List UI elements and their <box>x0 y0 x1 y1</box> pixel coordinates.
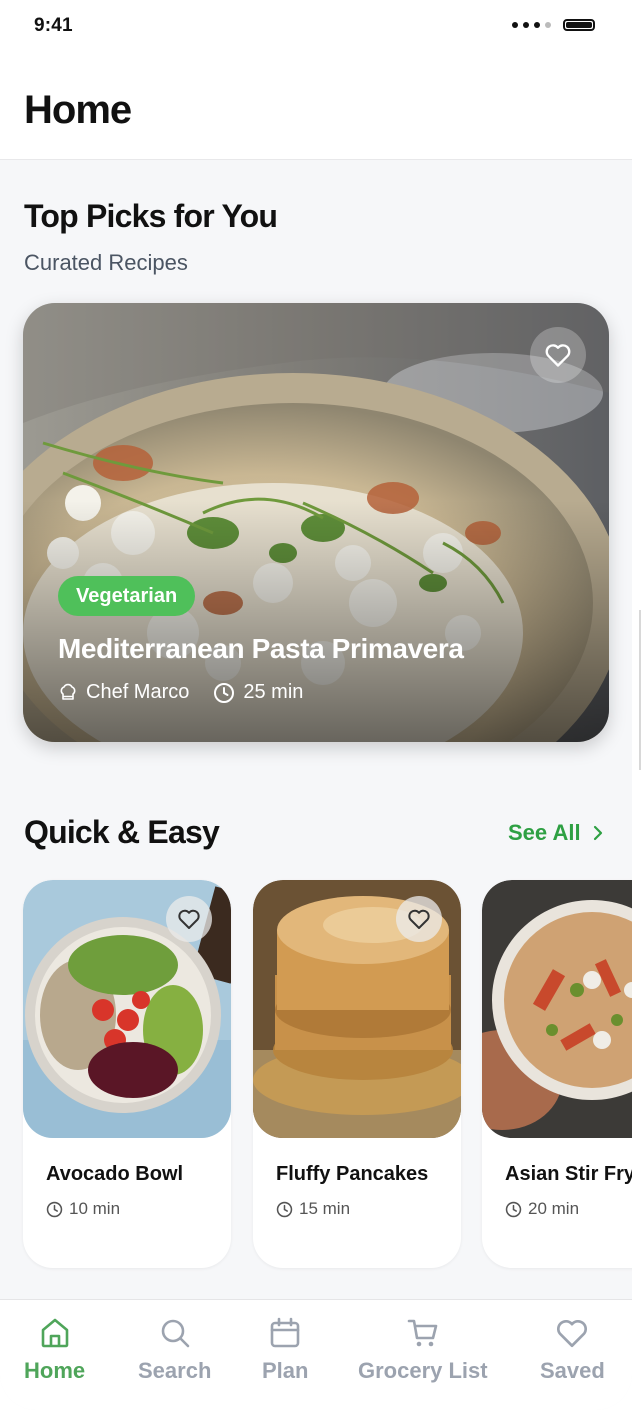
quick-easy-title: Quick & Easy <box>24 814 220 850</box>
tab-home-label: Home <box>24 1358 86 1383</box>
recipe-time-label: 15 min <box>299 1199 351 1218</box>
featured-favorite-button[interactable] <box>530 327 586 383</box>
recipe-card[interactable]: Avocado Bowl 10 min <box>23 880 231 1268</box>
recipe-card[interactable]: Fluffy Pancakes 15 min <box>253 880 461 1268</box>
page-header: Home <box>0 56 632 160</box>
cart-icon <box>407 1319 438 1347</box>
recipe-time-label: 10 min <box>69 1199 121 1218</box>
see-all-label: See All <box>508 820 581 845</box>
recipe-time: 10 min <box>46 1199 120 1219</box>
edge-scroll-indicator <box>639 610 641 770</box>
tab-grocery-list[interactable]: Grocery List <box>358 1316 488 1384</box>
heart-icon <box>557 1319 588 1348</box>
clock-icon <box>276 1201 293 1217</box>
clock-icon <box>505 1201 522 1217</box>
tab-plan[interactable]: Plan <box>262 1316 308 1384</box>
heart-icon <box>178 909 200 929</box>
diet-tag: Vegetarian <box>58 576 196 616</box>
favorite-button[interactable] <box>396 896 442 942</box>
recipe-name: Fluffy Pancakes <box>276 1163 429 1185</box>
top-picks-subtitle: Curated Recipes <box>24 250 188 275</box>
tab-plan-label: Plan <box>262 1358 309 1383</box>
tab-saved[interactable]: Saved <box>540 1316 605 1384</box>
top-picks-title: Top Picks for You <box>24 198 278 234</box>
heart-icon <box>545 344 571 367</box>
home-icon <box>41 1318 68 1348</box>
recipe-card[interactable]: Asian Stir Fry 20 min <box>482 880 632 1268</box>
status-time: 9:41 <box>34 15 73 36</box>
heart-icon <box>408 909 430 929</box>
app-screen: 9:41 Home Top Picks for You Curated Reci… <box>0 0 632 1410</box>
recipe-name: Asian Stir Fry <box>505 1163 632 1185</box>
battery-icon <box>563 19 595 31</box>
see-all-link[interactable]: See All <box>508 820 603 846</box>
chevron-right-icon <box>593 825 602 841</box>
recipe-time: 20 min <box>505 1199 579 1219</box>
tab-bar: Home Search Plan Grocery List Saved <box>0 1299 632 1410</box>
recipe-time: 15 min <box>276 1199 350 1219</box>
favorite-button[interactable] <box>166 896 212 942</box>
recipe-photo <box>482 880 632 1138</box>
tab-grocery-list-label: Grocery List <box>358 1358 488 1383</box>
calendar-icon <box>270 1317 300 1348</box>
search-icon <box>161 1319 189 1348</box>
tab-search-label: Search <box>138 1358 212 1383</box>
clock-icon <box>214 682 235 703</box>
featured-time: 25 min <box>243 681 304 703</box>
featured-image-overlay <box>23 303 609 742</box>
featured-recipe-card[interactable]: Vegetarian Mediterranean Pasta Primavera… <box>23 303 609 742</box>
tab-saved-label: Saved <box>540 1358 605 1383</box>
signal-icon <box>512 22 551 28</box>
clock-icon <box>46 1201 63 1217</box>
recipe-name: Avocado Bowl <box>46 1163 184 1185</box>
tab-search[interactable]: Search <box>138 1316 211 1384</box>
recipe-time-label: 20 min <box>528 1199 580 1218</box>
featured-recipe-title: Mediterranean Pasta Primavera <box>58 633 464 664</box>
featured-chef: Chef Marco <box>86 681 190 703</box>
featured-recipe-meta: Chef Marco 25 min <box>58 681 327 704</box>
page-title: Home <box>24 88 132 132</box>
chef-hat-icon <box>60 683 76 700</box>
status-bar: 9:41 <box>0 0 632 56</box>
tab-home[interactable]: Home <box>24 1316 85 1384</box>
